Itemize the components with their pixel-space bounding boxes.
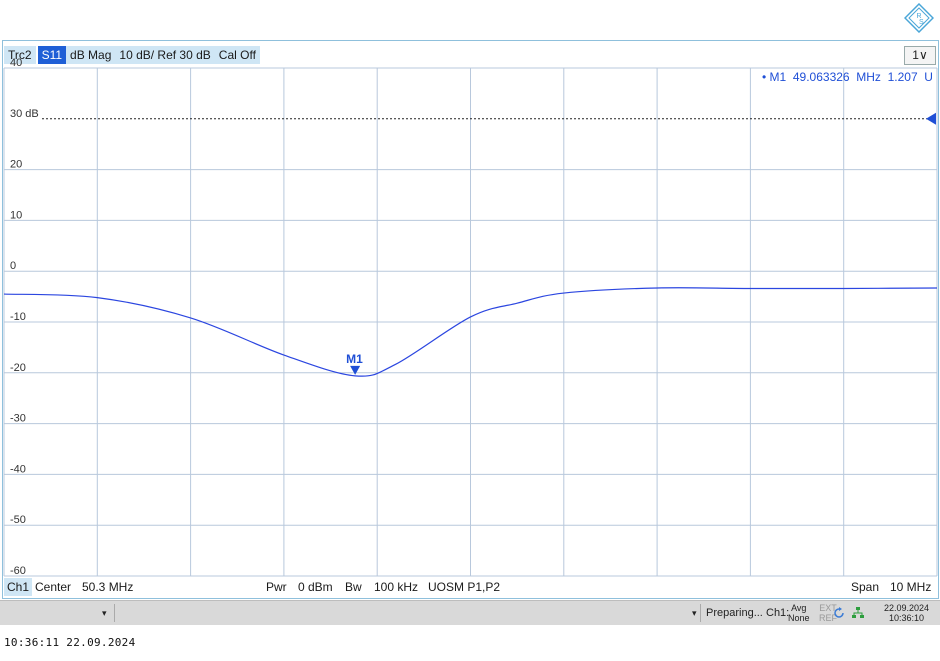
markers: M1 — [346, 352, 363, 375]
marker-readout: • M1 49.063326 MHz 1.207 U — [762, 70, 933, 84]
y-tick-label: -60 — [10, 565, 26, 577]
channel-status-label: Ch1: — [766, 607, 790, 619]
reference-arrow-icon — [926, 112, 936, 125]
message-arrow-icon[interactable]: ▾ — [692, 601, 697, 625]
status-message: Preparing... — [706, 607, 763, 619]
marker-triangle-icon — [350, 365, 361, 375]
y-tick-label: -10 — [10, 311, 26, 323]
bandwidth-value[interactable]: 100 kHz — [374, 578, 418, 596]
status-date: 22.09.2024 — [884, 603, 930, 613]
center-value[interactable]: 50.3 MHz — [82, 578, 133, 596]
footer-timestamp: 10:36:11 22.09.2024 — [4, 636, 136, 649]
power-value[interactable]: 0 dBm — [298, 578, 333, 596]
span-value[interactable]: 10 MHz — [890, 578, 931, 596]
channel-info-bar[interactable]: Ch1 Center 50.3 MHz Pwr 0 dBm Bw 100 kHz… — [4, 578, 936, 596]
y-tick-label: -50 — [10, 514, 26, 526]
span-label: Span — [851, 580, 880, 594]
network-icon — [852, 607, 864, 618]
refresh-icon[interactable] — [833, 607, 845, 619]
center-label: Center — [35, 580, 72, 594]
y-tick-label: -20 — [10, 362, 26, 374]
status-bar: ▾ ▾ Preparing... Ch1: Avg None EXT REF 2… — [0, 600, 940, 625]
reference-line — [42, 112, 936, 125]
y-tick-label: 30 dB — [10, 108, 39, 120]
grid — [3, 67, 938, 577]
y-axis-labels: 40 30 dB 20 10 0 -10 -20 -30 -40 -50 -60 — [10, 57, 39, 577]
status-time: 10:36:10 — [889, 613, 925, 623]
trace-plot[interactable]: 40 30 dB 20 10 0 -10 -20 -30 -40 -50 -60 M1 — [0, 0, 940, 661]
y-tick-label: -40 — [10, 463, 26, 475]
y-tick-label: -30 — [10, 413, 26, 425]
channel-label[interactable]: Ch1 — [4, 578, 33, 596]
bandwidth-label: Bw — [345, 580, 362, 594]
datetime: 22.09.2024 10:36:10 — [884, 603, 929, 627]
y-tick-label: 10 — [10, 209, 22, 221]
y-tick-label: 40 — [10, 57, 22, 69]
average-label: Avg — [791, 603, 807, 613]
marker-label: M1 — [346, 352, 363, 366]
calibration-type[interactable]: UOSM P1,P2 — [428, 578, 500, 596]
y-tick-label: 0 — [10, 260, 16, 272]
power-label: Pwr — [266, 580, 287, 594]
dropdown-arrow-icon[interactable]: ▾ — [102, 601, 107, 625]
y-tick-label: 20 — [10, 159, 22, 171]
average-status: Avg None — [788, 603, 810, 627]
average-value: None — [788, 613, 810, 623]
